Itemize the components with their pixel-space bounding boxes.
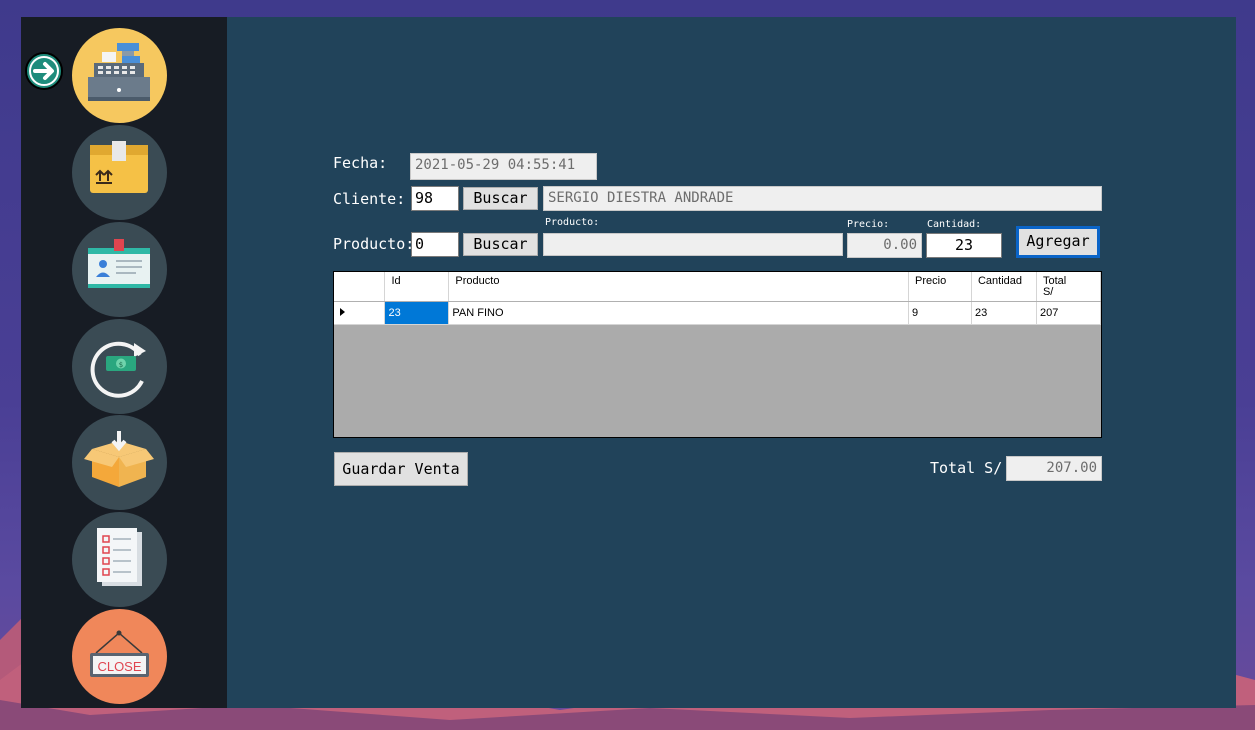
cantidad-input[interactable]: 23 bbox=[926, 233, 1002, 258]
sidebar-item-clientes[interactable] bbox=[72, 222, 167, 317]
sidebar-item-productos[interactable] bbox=[72, 125, 167, 220]
app-window: $ CLOSE Fecha: 2021-05-29 04:55:41 Clien… bbox=[21, 17, 1236, 708]
row-selector[interactable] bbox=[334, 301, 386, 325]
checklist-icon bbox=[97, 528, 142, 586]
fecha-field[interactable]: 2021-05-29 04:55:41 bbox=[410, 153, 597, 180]
id-card-icon bbox=[88, 239, 150, 288]
cantidad-label: Cantidad: bbox=[927, 219, 982, 230]
agregar-button[interactable]: Agregar bbox=[1016, 226, 1100, 258]
cell-cantidad[interactable]: 23 bbox=[971, 301, 1037, 325]
cell-total[interactable]: 207 bbox=[1036, 301, 1101, 325]
buscar-producto-button[interactable]: Buscar bbox=[463, 233, 538, 256]
product-box-icon bbox=[90, 141, 148, 193]
cliente-id-input[interactable]: 98 bbox=[411, 186, 459, 211]
buscar-cliente-button[interactable]: Buscar bbox=[463, 187, 538, 210]
guardar-venta-button[interactable]: Guardar Venta bbox=[334, 452, 468, 486]
box-in-icon bbox=[84, 431, 154, 487]
precio-field[interactable]: 0.00 bbox=[847, 233, 922, 258]
column-total[interactable]: Total S/ bbox=[1036, 272, 1101, 302]
sidebar-item-cerrar[interactable]: CLOSE bbox=[72, 609, 167, 704]
table-row[interactable]: 23 PAN FINO 9 23 207 bbox=[334, 301, 1101, 325]
precio-label: Precio: bbox=[847, 219, 890, 230]
cell-id[interactable]: 23 bbox=[384, 301, 450, 325]
sidebar-item-compras[interactable] bbox=[72, 415, 167, 510]
sale-items-grid[interactable]: Id Producto Precio Cantidad Total S/ 23 … bbox=[333, 271, 1102, 438]
producto-nombre-field[interactable] bbox=[543, 233, 843, 256]
sidebar: $ CLOSE bbox=[21, 17, 227, 708]
fecha-label: Fecha: bbox=[333, 154, 388, 172]
total-field[interactable]: 207.00 bbox=[1006, 456, 1102, 481]
arrow-right-circle-icon bbox=[25, 52, 63, 90]
sidebar-item-reportes[interactable] bbox=[72, 512, 167, 607]
column-producto[interactable]: Producto bbox=[448, 272, 910, 302]
total-label: Total S/ bbox=[930, 459, 1003, 477]
column-id[interactable]: Id bbox=[384, 272, 450, 302]
producto-label: Producto: bbox=[333, 235, 415, 253]
sidebar-item-devoluciones[interactable]: $ bbox=[72, 319, 167, 414]
producto-id-input[interactable]: 0 bbox=[411, 232, 459, 257]
cash-register-icon bbox=[88, 43, 150, 101]
close-sign-icon bbox=[90, 630, 149, 677]
cell-precio[interactable]: 9 bbox=[908, 301, 972, 325]
row-header-column bbox=[334, 272, 386, 302]
producto-small-label: Producto: bbox=[545, 217, 600, 228]
column-cantidad[interactable]: Cantidad bbox=[971, 272, 1037, 302]
svg-text:$: $ bbox=[119, 361, 123, 369]
row-pointer-icon bbox=[340, 308, 345, 316]
close-label: CLOSE bbox=[97, 659, 142, 674]
cell-producto[interactable]: PAN FINO bbox=[448, 301, 910, 325]
money-refresh-icon: $ bbox=[90, 341, 146, 398]
cliente-nombre-field[interactable]: SERGIO DIESTRA ANDRADE bbox=[543, 186, 1102, 211]
cliente-label: Cliente: bbox=[333, 190, 406, 208]
sidebar-item-ventas[interactable] bbox=[72, 28, 167, 123]
grid-header-row: Id Producto Precio Cantidad Total S/ bbox=[334, 272, 1101, 302]
column-precio[interactable]: Precio bbox=[908, 272, 972, 302]
